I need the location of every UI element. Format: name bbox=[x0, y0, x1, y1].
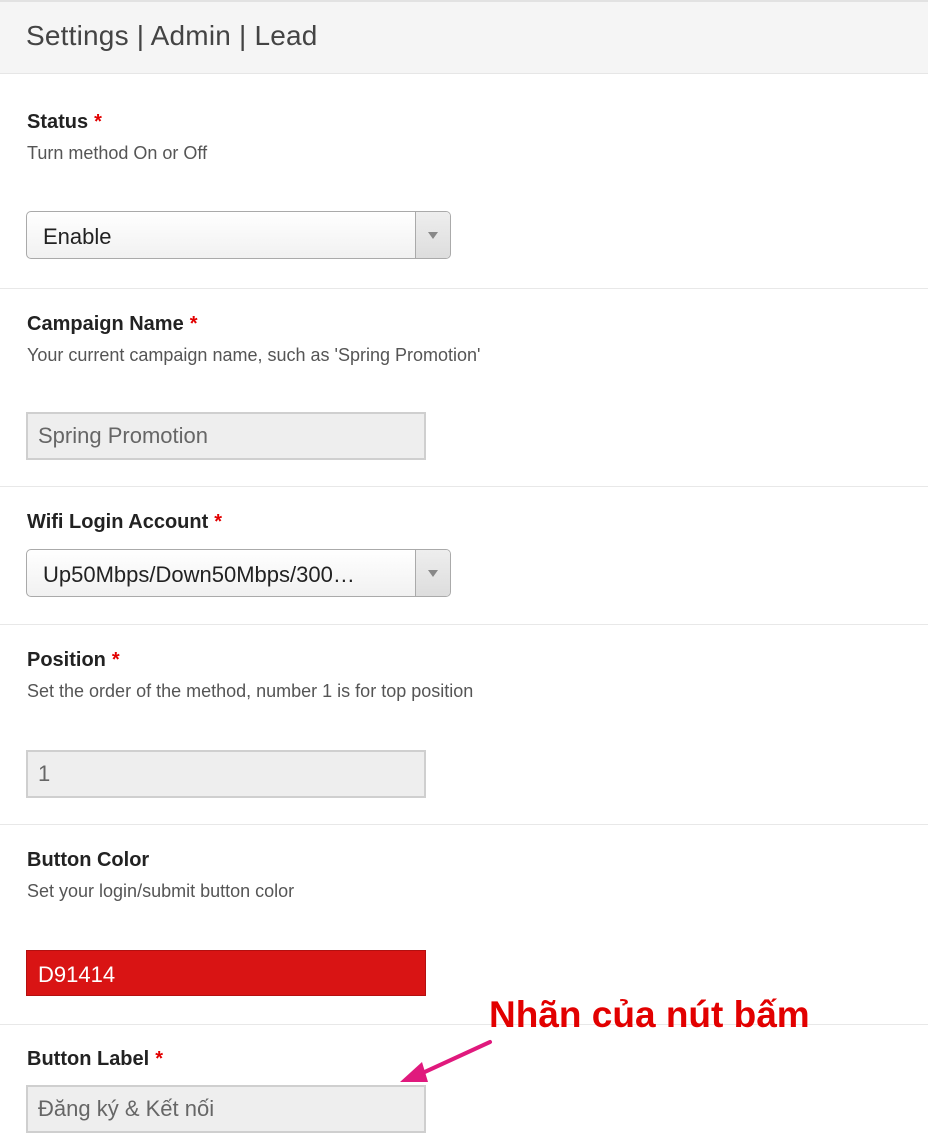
required-mark: * bbox=[214, 511, 223, 533]
annotation-text: Nhãn của nút bấm bbox=[489, 994, 810, 1035]
button-label-label: Button Label * bbox=[27, 1048, 164, 1070]
campaign-name-description: Your current campaign name, such as 'Spr… bbox=[27, 345, 481, 365]
required-mark: * bbox=[94, 111, 102, 133]
required-mark: * bbox=[189, 313, 198, 335]
required-mark: * bbox=[155, 1048, 164, 1070]
settings-page: Settings | Admin | Lead Status * Turn met… bbox=[0, 0, 928, 1138]
position-input[interactable] bbox=[26, 750, 426, 798]
chevron-down-icon[interactable] bbox=[415, 550, 450, 596]
button-color-description: Set your login/submit button color bbox=[27, 881, 295, 901]
annotation-arrow-icon bbox=[400, 1040, 492, 1082]
wifi-login-account-select-value: Up50Mbps/Down50Mbps/300… bbox=[43, 562, 355, 587]
divider bbox=[0, 624, 928, 625]
status-select[interactable]: Enable bbox=[26, 211, 451, 259]
status-description: Turn method On or Off bbox=[27, 143, 208, 163]
status-select-value: Enable bbox=[43, 224, 112, 249]
divider bbox=[0, 486, 928, 487]
status-label: Status * bbox=[27, 111, 102, 133]
campaign-name-label: Campaign Name * bbox=[27, 313, 198, 335]
button-color-input[interactable]: D91414 bbox=[26, 950, 426, 996]
wifi-login-account-label: Wifi Login Account * bbox=[27, 511, 223, 533]
page-header: Settings | Admin | Lead bbox=[0, 0, 928, 74]
position-label: Position * bbox=[27, 649, 120, 671]
position-description: Set the order of the method, number 1 is… bbox=[27, 681, 474, 701]
button-label-input[interactable] bbox=[26, 1085, 426, 1133]
required-mark: * bbox=[111, 649, 120, 671]
button-color-label: Button Color bbox=[27, 849, 150, 871]
divider bbox=[0, 288, 928, 289]
divider bbox=[0, 824, 928, 825]
campaign-name-input[interactable] bbox=[26, 412, 426, 460]
wifi-login-account-select[interactable]: Up50Mbps/Down50Mbps/300… bbox=[26, 549, 451, 597]
chevron-down-icon[interactable] bbox=[415, 212, 450, 258]
page-title: Settings | Admin | Lead bbox=[26, 20, 318, 51]
